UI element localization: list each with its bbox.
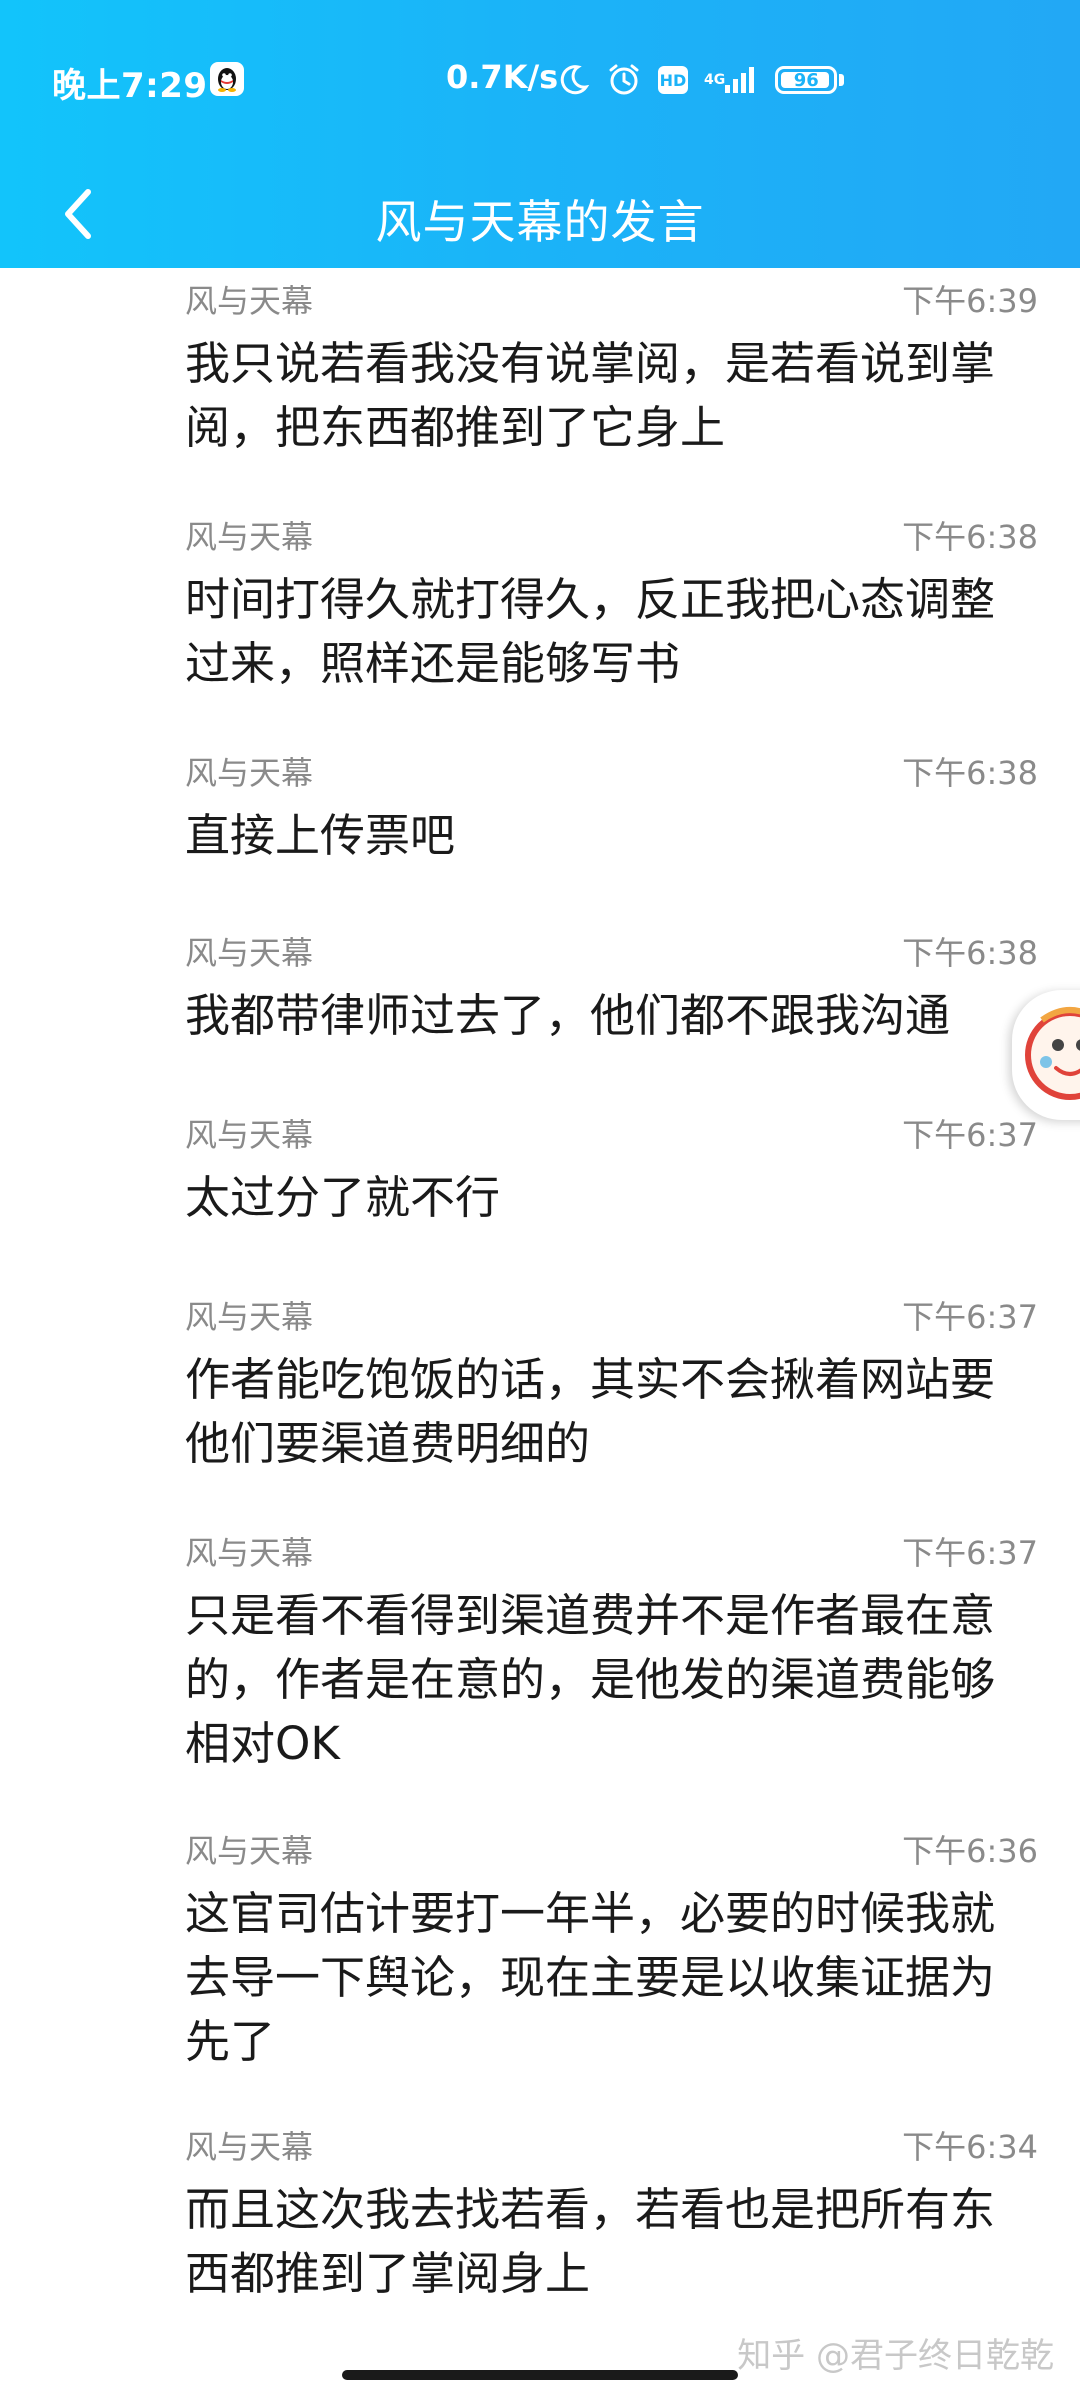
message-time: 下午6:37 <box>902 1534 1038 1572</box>
status-icons: HD 4G 96 <box>556 58 845 102</box>
message-text: 作者能吃饱饭的话，其实不会揪着网站要他们要渠道费明细的 <box>185 1353 996 1470</box>
message-text: 时间打得久就打得久，反正我把心态调整过来，照样还是能够写书 <box>185 573 996 690</box>
message-author: 风与天幕 <box>185 754 314 792</box>
message-text: 只是看不看得到渠道费并不是作者最在意的，作者是在意的，是他发的渠道费能够相对OK <box>185 1589 996 1770</box>
message-author: 风与天幕 <box>185 1832 314 1870</box>
moon-icon <box>556 63 590 97</box>
signal-icon: 4G <box>704 65 759 95</box>
message-text: 这官司估计要打一年半，必要的时候我就去导一下舆论，现在主要是以收集证据为先了 <box>185 1887 996 2068</box>
watermark: 知乎 @君子终日乾乾 <box>737 2336 1054 2376</box>
message-time: 下午6:37 <box>902 1298 1038 1336</box>
message-time: 下午6:38 <box>902 754 1038 792</box>
message-text: 我只说若看我没有说掌阅，是若看说到掌阅，把东西都推到了它身上 <box>185 337 996 454</box>
battery-indicator: 96 <box>775 66 845 94</box>
message-time: 下午6:36 <box>902 1832 1038 1870</box>
message-author: 风与天幕 <box>185 282 314 320</box>
message-author: 风与天幕 <box>185 934 314 972</box>
hd-voice-icon: HD <box>658 66 688 94</box>
message-time: 下午6:38 <box>902 934 1038 972</box>
network-speed: 0.7K/s <box>446 58 559 96</box>
message-text: 直接上传票吧 <box>185 809 456 862</box>
home-indicator[interactable] <box>342 2370 738 2380</box>
message-text: 太过分了就不行 <box>185 1171 501 1224</box>
message-author: 风与天幕 <box>185 1116 314 1154</box>
status-bar: 晚上7:29 0.7K/s HD 4G 96 <box>0 0 1080 160</box>
status-time: 晚上7:29 <box>52 66 208 106</box>
page-title: 风与天幕的发言 <box>375 195 705 249</box>
message-author: 风与天幕 <box>185 2128 314 2166</box>
message-author: 风与天幕 <box>185 1298 314 1336</box>
screen: 晚上7:29 0.7K/s HD 4G 96 风与天幕的发言 风与天幕 下午6:… <box>0 0 1080 2400</box>
battery-level: 96 <box>793 69 819 91</box>
qq-notification-icon <box>210 62 244 96</box>
message-text: 而且这次我去找若看，若看也是把所有东西都推到了掌阅身上 <box>185 2183 996 2300</box>
message-text: 我都带律师过去了，他们都不跟我沟通 <box>185 989 951 1042</box>
message-author: 风与天幕 <box>185 1534 314 1572</box>
message-time: 下午6:39 <box>902 282 1038 320</box>
message-author: 风与天幕 <box>185 518 314 556</box>
message-time: 下午6:34 <box>902 2128 1038 2166</box>
alarm-icon <box>606 62 642 98</box>
floating-assistant-button[interactable] <box>1012 990 1080 1120</box>
mascot-icon <box>1025 1007 1080 1100</box>
message-time: 下午6:38 <box>902 518 1038 556</box>
app-header: 晚上7:29 0.7K/s HD 4G 96 风与天幕的发言 <box>0 0 1080 268</box>
nav-bar: 风与天幕的发言 <box>0 160 1080 268</box>
